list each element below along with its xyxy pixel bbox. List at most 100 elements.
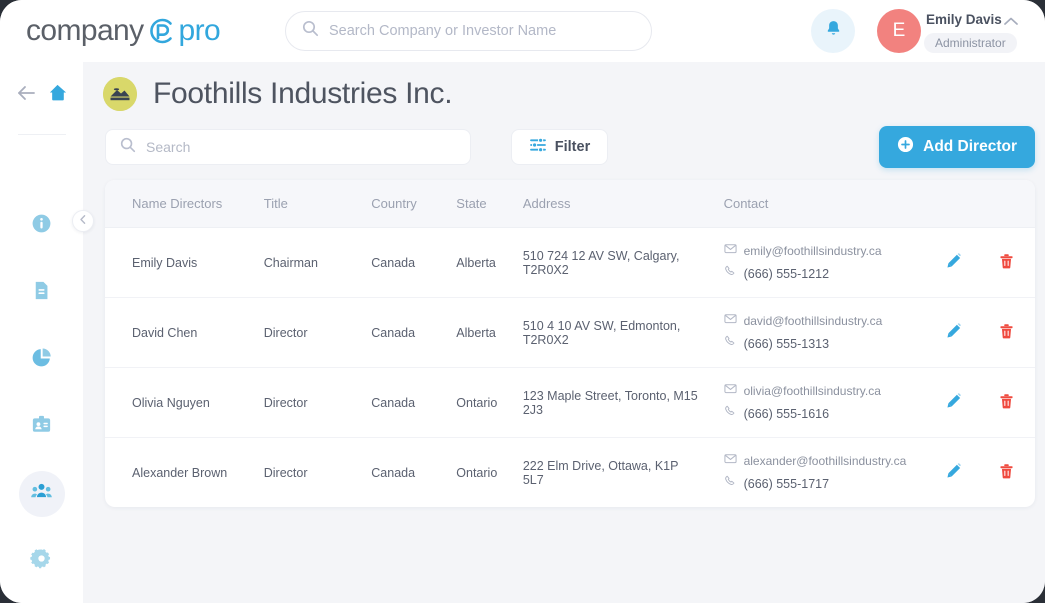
app-window: company pro [0,0,1045,603]
pie-chart-icon [30,346,53,374]
main-content: Foothills Industries Inc. [83,62,1045,603]
cell-state: Alberta [456,228,523,298]
logo-ring-icon [145,14,179,48]
info-circle-icon [30,212,53,240]
cell-edit-action [928,438,977,508]
plus-circle-icon [897,136,914,158]
column-header-title: Title [264,180,372,228]
user-menu-toggle[interactable] [1003,14,1019,32]
table-row[interactable]: Olivia Nguyen Director Canada Ontario 12… [105,368,1035,438]
email-text: olivia@foothillsindustry.ca [744,382,881,400]
cell-title: Director [264,368,372,438]
sidebar-item-registry[interactable] [0,393,83,460]
directors-table: Name Directors Title Country State Addre… [105,180,1035,507]
column-header-edit [928,180,977,228]
sidebar-item-info[interactable] [0,192,83,259]
pencil-icon [945,253,962,273]
trash-icon [998,323,1015,343]
envelope-icon [724,382,737,400]
sidebar-nav [0,192,83,594]
id-card-icon [30,413,53,441]
cell-name: Alexander Brown [105,438,264,508]
pencil-icon [945,323,962,343]
column-header-delete [978,180,1035,228]
sidebar-item-settings[interactable] [0,527,83,594]
app-header: company pro [0,0,1045,62]
search-input[interactable] [146,139,426,155]
cell-name: Olivia Nguyen [105,368,264,438]
envelope-icon [724,312,737,330]
column-header-name: Name Directors [105,180,264,228]
pencil-icon [945,463,962,483]
table-row[interactable]: Alexander Brown Director Canada Ontario … [105,438,1035,508]
edit-button[interactable] [945,323,962,343]
trash-icon [998,463,1015,483]
add-director-label: Add Director [923,138,1017,156]
sidebar-top-nav [0,82,83,108]
contact-email[interactable]: emily@foothillsindustry.ca [724,242,929,260]
chevron-left-icon [78,212,88,230]
user-name: Emily Davis [926,12,1002,27]
avatar-initial: E [893,20,906,42]
app-logo[interactable]: company pro [26,14,220,48]
cell-state: Alberta [456,298,523,368]
delete-button[interactable] [998,323,1015,343]
contact-phone[interactable]: (666) 555-1313 [724,335,929,353]
phone-text: (666) 555-1212 [744,265,829,283]
notifications-button[interactable] [811,9,855,53]
sidebar-item-reports[interactable] [0,326,83,393]
delete-button[interactable] [998,393,1015,413]
sidebar [0,62,83,603]
contact-phone[interactable]: (666) 555-1212 [724,265,929,283]
sidebar-item-home[interactable] [47,82,68,108]
cell-edit-action [928,368,977,438]
add-director-button[interactable]: Add Director [879,126,1035,168]
cell-title: Director [264,438,372,508]
delete-button[interactable] [998,253,1015,273]
phone-text: (666) 555-1313 [744,335,829,353]
logo-company-text: company [26,14,144,48]
contact-phone[interactable]: (666) 555-1717 [724,475,929,493]
cell-title: Director [264,298,372,368]
column-header-contact: Contact [724,180,929,228]
cell-title: Chairman [264,228,372,298]
filter-button[interactable]: Filter [511,129,608,165]
column-header-address: Address [523,180,724,228]
phone-icon [724,265,737,283]
phone-icon [724,475,737,493]
envelope-icon [724,242,737,260]
contact-email[interactable]: olivia@foothillsindustry.ca [724,382,929,400]
sidebar-divider [18,134,66,135]
table-search[interactable] [105,129,471,165]
contact-email[interactable]: alexander@foothillsindustry.ca [724,452,929,470]
table-row[interactable]: David Chen Director Canada Alberta 510 4… [105,298,1035,368]
global-search-input[interactable] [329,23,629,39]
arrow-left-icon [16,84,37,107]
edit-button[interactable] [945,463,962,483]
cell-address: 510 4 10 AV SW, Edmonton, T2R0X2 [523,298,724,368]
sidebar-item-directors[interactable] [0,460,83,527]
phone-icon [724,335,737,353]
edit-button[interactable] [945,393,962,413]
people-group-icon [29,479,54,509]
page-title: Foothills Industries Inc. [153,77,452,111]
cell-country: Canada [371,368,456,438]
contact-phone[interactable]: (666) 555-1616 [724,405,929,423]
sidebar-collapse-button[interactable] [72,210,94,232]
pencil-icon [945,393,962,413]
company-logo-icon [103,77,137,111]
sidebar-item-documents[interactable] [0,259,83,326]
delete-button[interactable] [998,463,1015,483]
global-search[interactable] [285,11,652,51]
cell-delete-action [978,438,1035,508]
filter-sliders-icon [529,136,547,158]
contact-email[interactable]: david@foothillsindustry.ca [724,312,929,330]
back-button[interactable] [16,84,37,107]
cell-contact: david@foothillsindustry.ca (666) 555-131… [724,298,929,368]
cell-contact: olivia@foothillsindustry.ca (666) 555-16… [724,368,929,438]
avatar[interactable]: E [877,9,921,53]
cell-delete-action [978,368,1035,438]
edit-button[interactable] [945,253,962,273]
envelope-icon [724,452,737,470]
table-row[interactable]: Emily Davis Chairman Canada Alberta 510 … [105,228,1035,298]
